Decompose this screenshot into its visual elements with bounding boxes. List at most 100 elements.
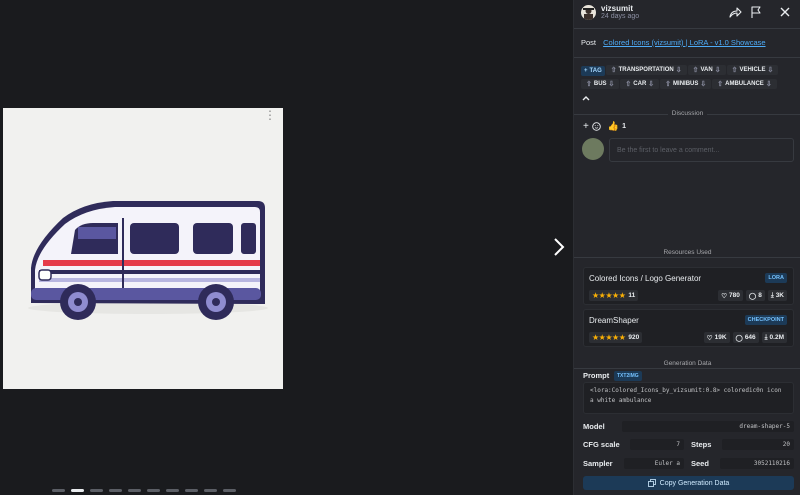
upvote-icon[interactable]: ⇧ [586, 80, 592, 88]
details-panel: vizsumit 24 days ago Post Colored Icons … [573, 0, 800, 495]
heart-icon: ♡ [721, 292, 728, 300]
page-dot[interactable] [204, 489, 217, 492]
page-dot-active[interactable] [71, 489, 84, 492]
downvote-icon[interactable]: ⇩ [676, 66, 682, 74]
close-icon[interactable] [778, 5, 792, 19]
heart-icon: ♡ [706, 334, 713, 342]
upvote-icon[interactable]: ⇧ [625, 80, 631, 88]
steps-label: Steps [691, 440, 712, 449]
rating: ★★★★★ 920 [589, 332, 643, 343]
tag-chip[interactable]: ⇧ AMBULANCE ⇩ [712, 79, 777, 89]
download-icon: ⤓ [764, 333, 768, 341]
upvote-icon[interactable]: ⇧ [732, 66, 738, 74]
divider [574, 368, 800, 369]
resource-stats: ♡ 19K ◯ 646 ⤓ 0.2M [703, 332, 787, 343]
comments-stat: ◯ 8 [745, 290, 765, 301]
rating: ★★★★★ 11 [589, 290, 639, 301]
page-dot[interactable] [166, 489, 179, 492]
prompt-type-badge: TXT2IMG [614, 371, 642, 381]
downvote-icon[interactable]: ⇩ [648, 80, 654, 88]
discussion-heading: Discussion [574, 110, 800, 117]
plus-icon: + [584, 68, 588, 74]
van-illustration [28, 201, 268, 320]
post-link[interactable]: Colored Icons (vizsumit) | LoRA - v1.0 S… [603, 38, 765, 47]
username[interactable]: vizsumit [601, 4, 633, 13]
post-header: vizsumit 24 days ago [574, 0, 800, 28]
page-dot[interactable] [128, 489, 141, 492]
downvote-icon[interactable]: ⇩ [715, 66, 721, 74]
copy-generation-data-button[interactable]: Copy Generation Data [583, 476, 794, 490]
tag-chip[interactable]: ⇧ CAR ⇩ [620, 79, 660, 89]
tag-chip[interactable]: ⇧ MINIBUS ⇩ [660, 79, 712, 89]
thumbs-up-icon[interactable]: 👍 [608, 121, 619, 132]
comment-icon: ◯ [735, 334, 743, 342]
seed-value: 3052110216 [720, 458, 794, 469]
page-dot[interactable] [90, 489, 103, 492]
downvote-icon[interactable]: ⇩ [609, 80, 615, 88]
downvote-icon[interactable]: ⇩ [700, 80, 706, 88]
prompt-label: Prompt [583, 371, 610, 380]
tag-chip[interactable]: ⇧ BUS ⇩ [581, 79, 620, 89]
model-value: dream-shaper-5 [622, 421, 794, 432]
upvote-icon[interactable]: ⇧ [717, 80, 723, 88]
generation-heading: Generation Data [574, 360, 800, 367]
tag-chip[interactable]: ⇧ VEHICLE ⇩ [726, 65, 779, 75]
download-icon: ⤓ [770, 291, 774, 299]
chevron-up-icon[interactable] [581, 93, 591, 103]
upvote-icon[interactable]: ⇧ [611, 66, 617, 74]
post-label: Post [581, 38, 597, 47]
resources-heading: Resources Used [574, 249, 800, 256]
divider [574, 257, 800, 258]
tag-chip[interactable]: ⇧ TRANSPORTATION ⇩ [605, 65, 687, 75]
page-dot[interactable] [147, 489, 160, 492]
copy-icon [647, 479, 656, 487]
generated-image[interactable]: ⋮ [3, 108, 283, 389]
resource-type-badge: CHECKPOINT [744, 315, 787, 325]
image-pagination [52, 489, 236, 492]
downvote-icon[interactable]: ⇩ [766, 80, 772, 88]
cfg-value: 7 [630, 439, 684, 450]
commenter-avatar [582, 138, 604, 160]
reaction-row: + 👍 1 [583, 121, 626, 132]
sampler-value: Euler a [624, 458, 684, 469]
comment-icon: ◯ [748, 292, 757, 300]
downloads-stat: ⤓ 3K [767, 290, 787, 301]
likes-stat: ♡ 19K [703, 332, 730, 343]
tag-list: + TAG ⇧ TRANSPORTATION ⇩ ⇧ VAN ⇩ ⇧ VEHICLE ⇩ ⇧ BUS ⇩… [581, 65, 796, 103]
share-icon[interactable] [728, 5, 742, 19]
page-dot[interactable] [185, 489, 198, 492]
resource-card[interactable]: Colored Icons / Logo Generator LORA ★★★★… [583, 267, 794, 305]
page-dot[interactable] [109, 489, 122, 492]
comment-input[interactable]: Be the first to leave a comment... [609, 138, 794, 162]
add-reaction-icon[interactable]: + [583, 121, 589, 132]
cfg-label: CFG scale [583, 440, 620, 449]
reaction-count: 1 [622, 123, 626, 130]
star-icon: ★★★★★ [592, 291, 626, 300]
upvote-icon[interactable]: ⇧ [665, 80, 671, 88]
steps-value: 20 [722, 439, 794, 450]
divider [574, 57, 800, 58]
post-link-row: Post Colored Icons (vizsumit) | LoRA - v… [581, 38, 766, 47]
add-tag-button[interactable]: + TAG [581, 66, 605, 76]
resource-card[interactable]: DreamShaper CHECKPOINT ★★★★★ 920 ♡ 19K ◯ 64… [583, 309, 794, 347]
tag-chip[interactable]: ⇧ VAN ⇩ [687, 65, 726, 75]
prompt-text: <lora:Colored_Icons_by_vizsumit:0.8> col… [583, 382, 794, 414]
emoji-icon[interactable] [592, 122, 601, 131]
flag-icon[interactable] [749, 5, 763, 19]
next-image-icon[interactable] [552, 237, 566, 257]
image-menu-icon[interactable]: ⋮ [264, 109, 276, 121]
page-dot[interactable] [223, 489, 236, 492]
comments-stat: ◯ 646 [732, 332, 759, 343]
resource-stats: ♡ 780 ◯ 8 ⤓ 3K [718, 290, 787, 301]
downloads-stat: ⤓ 0.2M [761, 332, 787, 343]
resource-name: DreamShaper [589, 316, 639, 325]
upvote-icon[interactable]: ⇧ [693, 66, 699, 74]
image-viewer: ⋮ [0, 0, 573, 495]
resource-type-badge: LORA [765, 273, 787, 283]
user-avatar[interactable] [581, 5, 596, 20]
downvote-icon[interactable]: ⇩ [767, 66, 773, 74]
star-icon: ★★★★★ [592, 333, 626, 342]
sampler-label: Sampler [583, 459, 613, 468]
resource-name: Colored Icons / Logo Generator [589, 274, 702, 283]
page-dot[interactable] [52, 489, 65, 492]
